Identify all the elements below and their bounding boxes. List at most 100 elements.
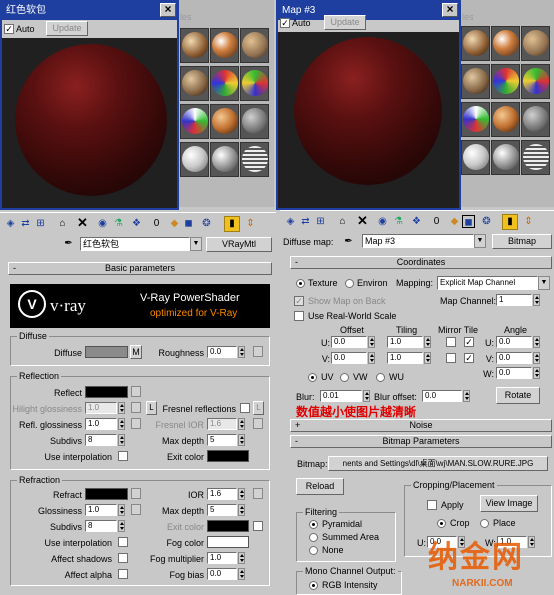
auto-checkbox[interactable]: ✓ [280, 18, 290, 28]
none-radio[interactable] [309, 546, 318, 555]
assign-material-icon[interactable]: ⊞ [314, 215, 327, 228]
v-offset-spinner[interactable] [368, 352, 375, 364]
affect-shadows-checkbox[interactable] [118, 553, 128, 563]
fresnel-ior-spinner[interactable] [238, 418, 245, 430]
glossiness-field[interactable]: 1.0 [85, 504, 117, 516]
auto-checkbox[interactable]: ✓ [4, 24, 14, 34]
reflect-color-swatch[interactable] [85, 386, 128, 398]
refract-color-swatch[interactable] [85, 488, 128, 500]
material-slot[interactable] [461, 64, 490, 99]
bitmap-path-button[interactable]: nents and Settings\dl\桌面\wj\MAN.SLOW.RUR… [328, 456, 548, 471]
material-slot[interactable] [180, 28, 209, 63]
select-by-material-icon[interactable]: ⇕ [244, 217, 257, 230]
material-slot[interactable] [461, 26, 490, 61]
put-to-scene-icon[interactable]: ⇄ [19, 217, 32, 230]
material-type-button[interactable]: VRayMtl [206, 237, 272, 252]
v-mirror-checkbox[interactable] [446, 353, 456, 363]
v-offset-field[interactable]: 0.0 [331, 352, 367, 364]
material-slot[interactable] [461, 102, 490, 137]
lock-button[interactable]: L [146, 401, 157, 415]
show-map-icon[interactable]: ◆ [168, 217, 181, 230]
u-tile-checkbox[interactable]: ✓ [464, 337, 474, 347]
pick-map-icon[interactable]: ✒ [342, 235, 355, 248]
go-to-parent-icon[interactable]: ❂ [200, 217, 213, 230]
show-end-result-icon[interactable]: ◼ [462, 215, 475, 228]
put-library-icon[interactable]: ❖ [410, 215, 423, 228]
v-tiling-spinner[interactable] [424, 352, 431, 364]
close-button[interactable]: × [160, 3, 176, 17]
exit-color-swatch[interactable] [207, 450, 249, 462]
go-to-parent-icon[interactable]: ❂ [480, 215, 493, 228]
material-slot[interactable] [491, 64, 520, 99]
refr-exit-color-checkbox[interactable] [253, 521, 263, 531]
glossiness-map-button[interactable] [131, 504, 141, 515]
ior-map-button[interactable] [253, 488, 263, 499]
update-button[interactable]: Update [324, 15, 366, 30]
show-map-icon[interactable]: ◆ [448, 215, 461, 228]
crop-radio[interactable] [437, 519, 446, 528]
vw-radio[interactable] [340, 373, 349, 382]
fog-multiplier-spinner[interactable] [238, 552, 245, 564]
update-button[interactable]: Update [46, 21, 88, 36]
u-tiling-field[interactable]: 1.0 [387, 336, 423, 348]
material-slot[interactable] [240, 142, 269, 177]
reload-button[interactable]: Reload [296, 478, 344, 495]
v-tiling-field[interactable]: 1.0 [387, 352, 423, 364]
refr-max-depth-spinner[interactable] [238, 504, 245, 516]
wu-radio[interactable] [376, 373, 385, 382]
environ-radio[interactable] [345, 279, 354, 288]
texture-radio[interactable] [296, 279, 305, 288]
noise-rollout[interactable]: + Noise [290, 419, 552, 432]
material-slot[interactable] [491, 102, 520, 137]
ior-spinner[interactable] [238, 488, 245, 500]
material-slot[interactable] [461, 140, 490, 175]
fog-color-swatch[interactable] [207, 536, 249, 548]
material-slot[interactable] [491, 140, 520, 175]
show-map-on-back-checkbox[interactable]: ✓ [294, 296, 304, 306]
put-to-scene-icon[interactable]: ⇄ [299, 215, 312, 228]
v-tile-checkbox[interactable]: ✓ [464, 353, 474, 363]
max-depth-spinner[interactable] [238, 434, 245, 446]
bitmap-parameters-rollout[interactable]: - Bitmap Parameters [290, 435, 552, 448]
u-offset-spinner[interactable] [368, 336, 375, 348]
get-material-icon[interactable]: ◈ [284, 215, 297, 228]
mapping-dropdown[interactable]: Explicit Map Channel [437, 276, 538, 290]
reset-icon[interactable]: ⌂ [56, 217, 69, 230]
material-slot[interactable] [210, 142, 239, 177]
roughness-spinner[interactable] [238, 346, 245, 358]
refract-map-button[interactable] [131, 488, 141, 499]
delete-icon[interactable]: ✕ [76, 216, 89, 229]
material-effects-icon[interactable]: 0 [150, 217, 163, 230]
pyramidal-radio[interactable] [309, 520, 318, 529]
view-image-button[interactable]: View Image [480, 495, 538, 512]
rotate-button[interactable]: Rotate [496, 387, 540, 404]
make-unique-icon[interactable]: ⚗ [392, 215, 405, 228]
real-world-scale-checkbox[interactable] [294, 311, 304, 321]
delete-icon[interactable]: ✕ [356, 214, 369, 227]
material-slot[interactable] [180, 66, 209, 101]
material-slot[interactable] [491, 26, 520, 61]
map-name-field[interactable]: Map #3 [362, 234, 474, 248]
blur-offset-field[interactable]: 0.0 [422, 390, 462, 402]
show-end-result-icon[interactable]: ◼ [182, 217, 195, 230]
w-angle-field[interactable]: 0.0 [496, 367, 532, 379]
diffuse-map-button[interactable]: M [130, 345, 142, 359]
blur-field[interactable]: 0.01 [320, 390, 362, 402]
refl-glossiness-map-button[interactable] [131, 418, 141, 429]
copy-material-icon[interactable]: ◉ [376, 215, 389, 228]
hilight-map-button[interactable] [131, 402, 141, 413]
uv-radio[interactable] [308, 373, 317, 382]
material-slot[interactable] [180, 142, 209, 177]
material-name-dropdown-icon[interactable]: ▼ [190, 237, 202, 251]
select-by-material-icon[interactable]: ⇕ [522, 215, 535, 228]
v-angle-field[interactable]: 0.0 [496, 352, 532, 364]
assign-material-icon[interactable]: ⊞ [34, 217, 47, 230]
copy-material-icon[interactable]: ◉ [96, 217, 109, 230]
fog-bias-field[interactable]: 0.0 [207, 568, 237, 580]
affect-alpha-checkbox[interactable] [118, 569, 128, 579]
material-slot[interactable] [240, 28, 269, 63]
u-tiling-spinner[interactable] [424, 336, 431, 348]
fog-bias-spinner[interactable] [238, 568, 245, 580]
u-offset-field[interactable]: 0.0 [331, 336, 367, 348]
refr-subdivs-spinner[interactable] [118, 520, 125, 532]
